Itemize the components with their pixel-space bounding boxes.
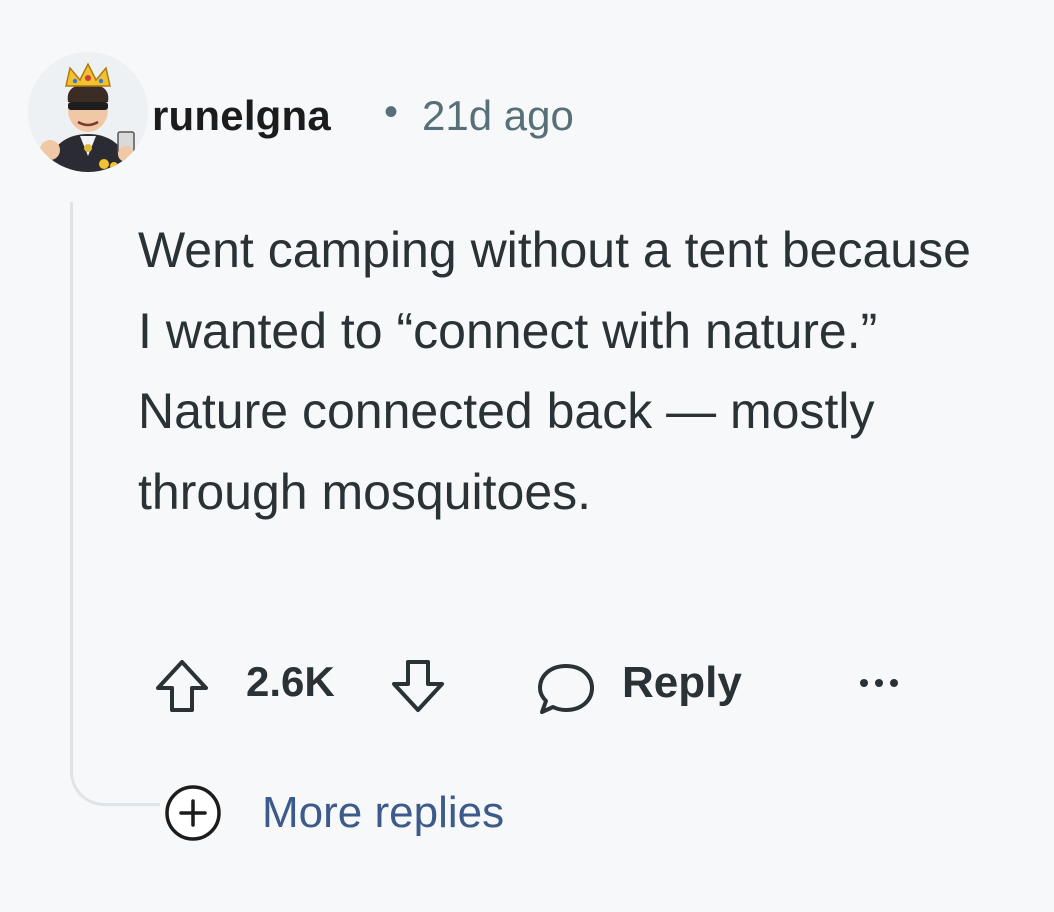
meta-separator: •	[384, 90, 399, 134]
arrow-up-icon[interactable]	[150, 654, 214, 718]
avatar[interactable]	[28, 52, 148, 172]
username[interactable]: runelgna	[152, 92, 331, 140]
vote-score: 2.6K	[246, 658, 335, 705]
more-replies-label: More replies	[262, 788, 505, 837]
reply-button[interactable]: Reply	[530, 648, 760, 724]
comment: runelgna • 21d ago Went camping without …	[0, 0, 1054, 912]
avatar-king-character-icon	[28, 52, 148, 172]
arrow-down-icon[interactable]	[386, 654, 450, 718]
more-replies-button[interactable]: More replies	[160, 778, 580, 844]
action-bar: 2.6K Reply	[150, 648, 910, 724]
timestamp[interactable]: 21d ago	[422, 92, 574, 140]
ellipsis-icon[interactable]	[856, 668, 902, 698]
plus-circle-icon	[165, 785, 221, 841]
reply-label: Reply	[622, 658, 742, 707]
comment-body: Went camping without a tent because I wa…	[138, 222, 971, 520]
speech-bubble-icon	[538, 664, 594, 714]
